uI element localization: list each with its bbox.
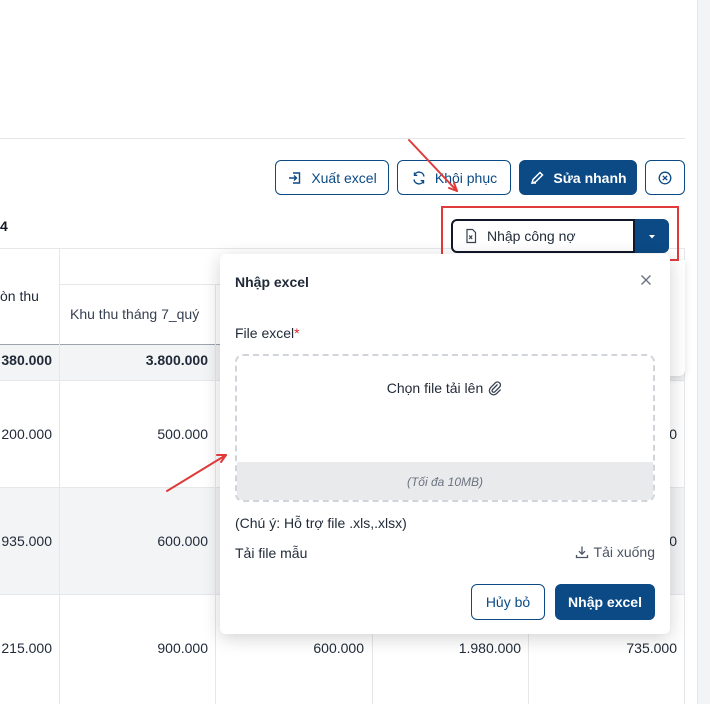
- pencil-icon: [529, 170, 545, 186]
- import-debt-button[interactable]: Nhập công nợ: [451, 219, 635, 253]
- import-debt-split-button: Nhập công nợ: [451, 219, 669, 253]
- modal-title: Nhập excel: [235, 274, 309, 290]
- export-icon: [287, 170, 303, 186]
- table-cell: 1.980.000: [458, 640, 521, 656]
- total-cell: 3.800.000: [145, 352, 208, 368]
- template-file-label: Tải file mẫu: [235, 545, 308, 561]
- restore-button[interactable]: Khôi phục: [397, 160, 511, 195]
- table-cell: 500.000: [157, 426, 208, 442]
- import-excel-modal: Nhập excel File excel* Chọn file tải lên…: [220, 254, 670, 634]
- excel-file-icon: [463, 228, 479, 244]
- close-circle-icon: [657, 170, 673, 186]
- paperclip-icon: [487, 380, 503, 396]
- table-cell: 600.000: [157, 533, 208, 549]
- supported-format-note: (Chú ý: Hỗ trợ file .xls,.xlsx): [235, 515, 407, 531]
- choose-file-trigger[interactable]: Chọn file tải lên: [237, 380, 653, 396]
- import-debt-label: Nhập công nợ: [487, 228, 576, 244]
- refresh-icon: [411, 170, 427, 186]
- choose-file-label: Chọn file tải lên: [386, 380, 484, 396]
- download-icon: [574, 544, 590, 560]
- download-template-link[interactable]: Tải xuống: [574, 544, 655, 560]
- table-cell: 935.000: [1, 533, 52, 549]
- export-excel-button[interactable]: Xuất excel: [275, 160, 389, 195]
- table-cell: 200.000: [1, 426, 52, 442]
- download-label: Tải xuống: [593, 544, 655, 560]
- file-excel-label-text: File excel: [235, 325, 295, 341]
- table-cell: 900.000: [157, 640, 208, 656]
- period-label-fragment: 4: [0, 218, 8, 234]
- file-excel-label: File excel*: [235, 325, 300, 341]
- table-cell: 735.000: [626, 640, 677, 656]
- section-divider: [0, 138, 685, 139]
- column-header-fragment: òn thu: [0, 288, 39, 304]
- page-scrollbar-gutter: [697, 0, 710, 704]
- table-cell: 600.000: [313, 640, 364, 656]
- export-excel-label: Xuất excel: [311, 169, 377, 186]
- max-size-hint: (Tối đa 10MB): [237, 462, 653, 500]
- close-icon[interactable]: [638, 272, 654, 288]
- quick-edit-label: Sửa nhanh: [553, 169, 627, 186]
- cancel-button[interactable]: Hủy bỏ: [471, 584, 545, 620]
- quick-edit-button[interactable]: Sửa nhanh: [519, 160, 637, 195]
- restore-label: Khôi phục: [434, 169, 498, 186]
- total-cell: 380.000: [1, 352, 52, 368]
- required-mark: *: [294, 325, 300, 341]
- caret-down-icon: [644, 228, 660, 244]
- import-debt-dropdown-toggle[interactable]: [635, 219, 669, 253]
- column-header-khu-thu: Khu thu tháng 7_quý: [70, 306, 200, 322]
- table-cell: 215.000: [1, 640, 52, 656]
- file-dropzone[interactable]: Chọn file tải lên (Tối đa 10MB): [235, 354, 655, 502]
- import-excel-submit-button[interactable]: Nhập excel: [555, 584, 655, 620]
- close-view-button[interactable]: [645, 160, 685, 195]
